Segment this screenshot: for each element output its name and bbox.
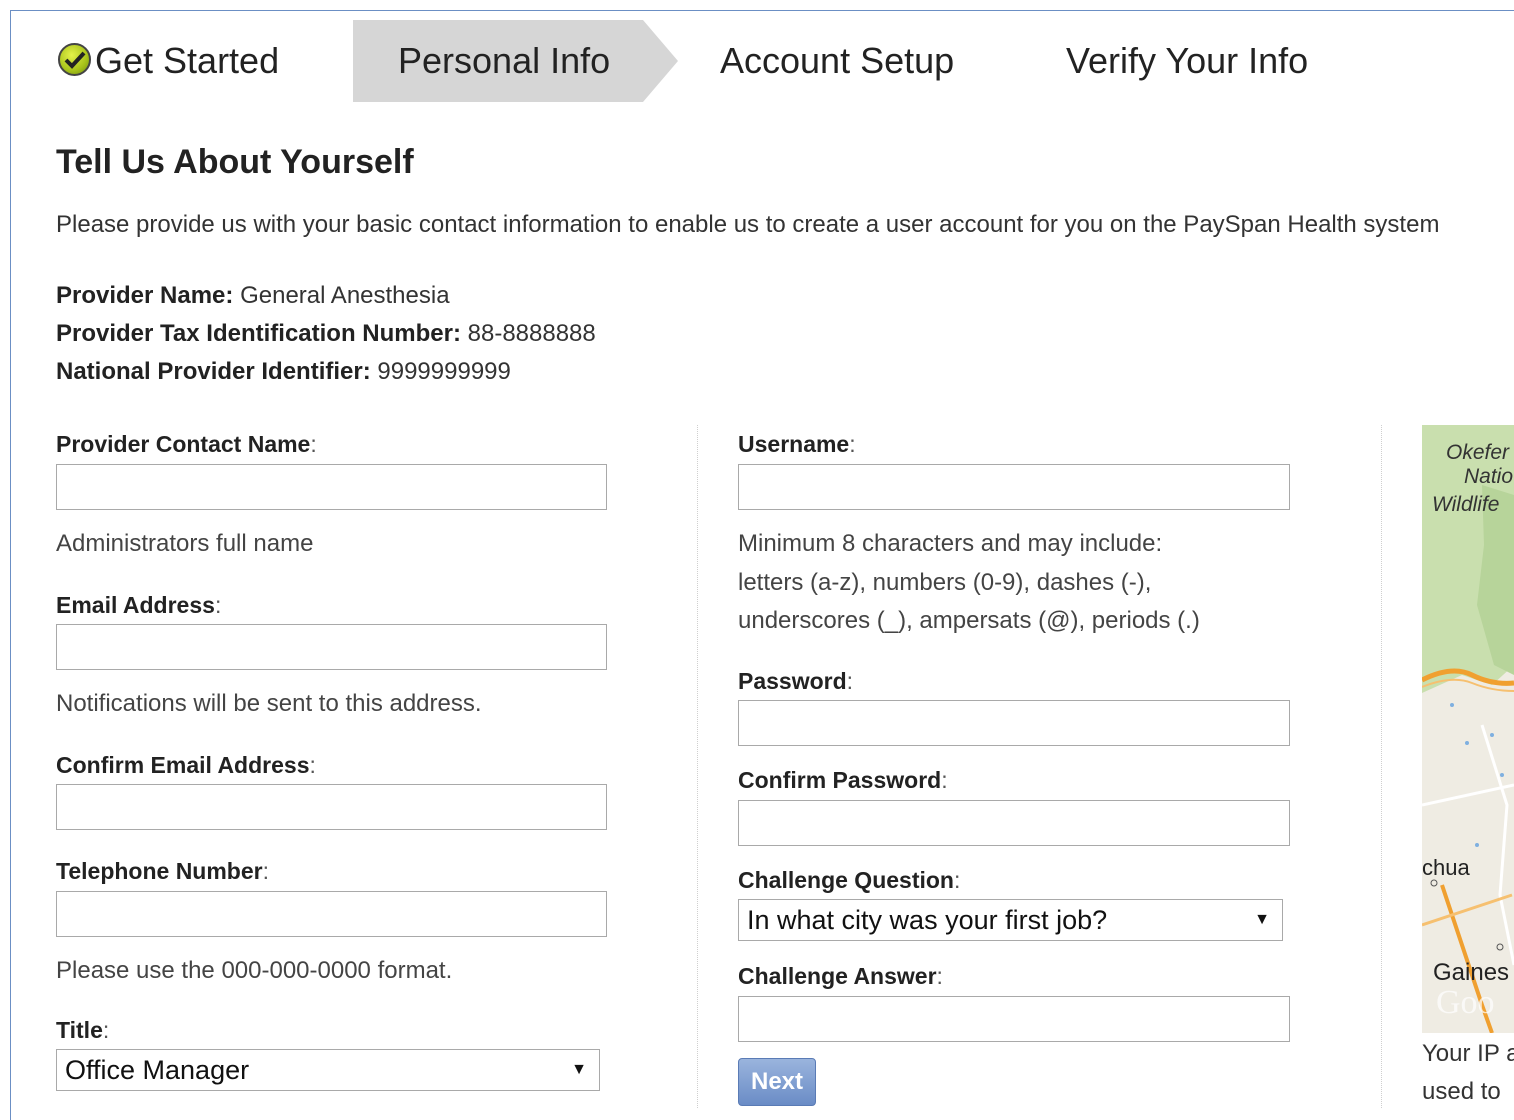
step-label: Account Setup	[720, 40, 955, 81]
map-label-wildlife: Wildlife	[1432, 493, 1500, 516]
provider-npi-label: National Provider Identifier:	[56, 358, 371, 385]
provider-npi-line: National Provider Identifier: 9999999999	[56, 358, 511, 386]
step-label: Verify Your Info	[1066, 40, 1309, 81]
step-label: Personal Info	[398, 40, 611, 81]
title-selected-value: Office Manager	[65, 1055, 250, 1085]
map-caption: Your IP a used to	[1422, 1035, 1514, 1111]
step-account-setup[interactable]: Account Setup	[720, 20, 954, 102]
provider-tin-value: 88-8888888	[467, 320, 596, 347]
username-label: Username:	[738, 431, 856, 457]
location-map[interactable]: Okefer Natio Wildlife chua Gaines Goo	[1422, 425, 1514, 1033]
challenge-question-label: Challenge Question:	[738, 867, 961, 893]
contact-name-help: Administrators full name	[56, 530, 314, 557]
checkmark-icon	[58, 42, 91, 76]
title-select[interactable]: Office Manager ▼	[56, 1049, 600, 1091]
username-help-1: Minimum 8 characters and may include:	[738, 530, 1163, 557]
map-graphic: Okefer Natio Wildlife chua Gaines Goo	[1422, 425, 1514, 1033]
email-label: Email Address:	[56, 592, 222, 618]
next-button[interactable]: Next	[738, 1058, 816, 1106]
map-caption-line-2: used to	[1422, 1078, 1501, 1105]
provider-name-value: General Anesthesia	[240, 282, 450, 309]
provider-name-label: Provider Name:	[56, 282, 234, 309]
step-verify-info[interactable]: Verify Your Info	[1066, 20, 1308, 102]
telephone-help: Please use the 000-000-0000 format.	[56, 957, 453, 984]
provider-tin-label: Provider Tax Identification Number:	[56, 320, 461, 347]
map-watermark-logo: Goo	[1436, 984, 1495, 1021]
map-caption-line-1: Your IP a	[1422, 1040, 1514, 1067]
intro-text: Please provide us with your basic contac…	[56, 211, 1440, 238]
confirm-email-input[interactable]	[56, 784, 607, 830]
challenge-answer-input[interactable]	[738, 996, 1290, 1042]
email-input[interactable]	[56, 624, 607, 670]
dropdown-arrow-icon: ▼	[571, 1061, 587, 1078]
step-label: Get Started	[95, 40, 280, 81]
confirm-password-input[interactable]	[738, 800, 1290, 846]
map-label-gaines: Gaines	[1433, 959, 1509, 986]
step-get-started[interactable]: Get Started	[58, 20, 279, 102]
telephone-label: Telephone Number:	[56, 858, 269, 884]
map-label-natio: Natio	[1464, 465, 1513, 488]
telephone-input[interactable]	[56, 891, 607, 937]
map-label-chua: chua	[1422, 855, 1470, 880]
contact-name-input[interactable]	[56, 464, 607, 510]
dropdown-arrow-icon: ▼	[1254, 911, 1270, 928]
confirm-email-label: Confirm Email Address:	[56, 752, 316, 778]
challenge-question-select[interactable]: In what city was your first job? ▼	[738, 899, 1283, 941]
username-input[interactable]	[738, 464, 1290, 510]
email-help: Notifications will be sent to this addre…	[56, 690, 482, 717]
provider-npi-value: 9999999999	[377, 358, 511, 385]
provider-tin-line: Provider Tax Identification Number: 88-8…	[56, 320, 596, 348]
column-divider	[1381, 425, 1382, 1108]
username-help-2: letters (a-z), numbers (0-9), dashes (-)…	[738, 569, 1152, 596]
title-label: Title:	[56, 1017, 110, 1043]
contact-name-label: Provider Contact Name:	[56, 431, 317, 457]
username-help-3: underscores (_), ampersats (@), periods …	[738, 607, 1200, 634]
column-divider	[697, 425, 698, 1108]
step-personal-info[interactable]: Personal Info	[353, 20, 678, 102]
map-label-okefer: Okefer	[1446, 441, 1510, 464]
confirm-password-label: Confirm Password:	[738, 767, 948, 793]
provider-name-line: Provider Name: General Anesthesia	[56, 282, 450, 310]
page-title: Tell Us About Yourself	[56, 143, 414, 181]
password-input[interactable]	[738, 700, 1290, 746]
challenge-question-selected: In what city was your first job?	[747, 905, 1108, 935]
password-label: Password:	[738, 668, 854, 694]
challenge-answer-label: Challenge Answer:	[738, 963, 943, 989]
